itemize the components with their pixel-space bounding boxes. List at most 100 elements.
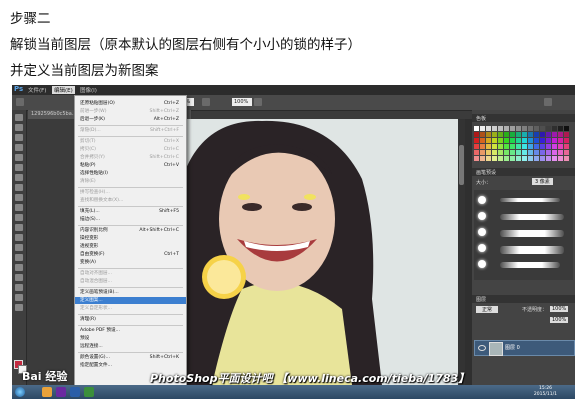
color-swatch[interactable] xyxy=(528,144,533,149)
color-swatch[interactable] xyxy=(510,132,515,137)
color-swatch[interactable] xyxy=(474,138,479,143)
color-swatch[interactable] xyxy=(504,138,509,143)
color-swatch[interactable] xyxy=(510,150,515,155)
edit-menu-item[interactable]: 操控变形 xyxy=(75,235,186,242)
edit-menu-item[interactable]: Adobe PDF 预设... xyxy=(75,327,186,334)
dodge-tool-icon[interactable] xyxy=(15,244,23,251)
color-swatch[interactable] xyxy=(564,156,569,161)
edit-menu-item[interactable]: 描边(S)... xyxy=(75,216,186,223)
color-swatch[interactable] xyxy=(486,156,491,161)
shape-tool-icon[interactable] xyxy=(15,284,23,291)
edit-menu-item[interactable]: 颜色设置(G)... Shift+Ctrl+K xyxy=(75,354,186,361)
color-swatch[interactable] xyxy=(510,144,515,149)
color-swatch[interactable] xyxy=(540,144,545,149)
color-swatch[interactable] xyxy=(522,150,527,155)
edit-menu-item[interactable]: 指定配置文件... xyxy=(75,362,186,369)
pressure-icon[interactable] xyxy=(254,98,262,106)
color-swatch[interactable] xyxy=(486,132,491,137)
color-swatch[interactable] xyxy=(558,132,563,137)
color-swatch[interactable] xyxy=(474,144,479,149)
color-swatch[interactable] xyxy=(522,126,527,131)
color-swatch[interactable] xyxy=(552,138,557,143)
color-swatch[interactable] xyxy=(504,156,509,161)
color-swatch[interactable] xyxy=(546,132,551,137)
marquee-tool-icon[interactable] xyxy=(15,124,23,131)
eyedropper-tool-icon[interactable] xyxy=(15,164,23,171)
color-swatch[interactable] xyxy=(528,126,533,131)
color-swatch[interactable] xyxy=(534,126,539,131)
color-swatch[interactable] xyxy=(498,138,503,143)
scrollbar-thumb[interactable] xyxy=(459,145,464,185)
document-canvas[interactable] xyxy=(172,119,465,385)
color-swatch[interactable] xyxy=(546,156,551,161)
color-swatch[interactable] xyxy=(522,144,527,149)
color-swatch[interactable] xyxy=(474,156,479,161)
layer-opacity-field[interactable]: 100% xyxy=(550,306,569,312)
color-swatch[interactable] xyxy=(510,156,515,161)
color-swatch[interactable] xyxy=(546,138,551,143)
color-swatch[interactable] xyxy=(528,138,533,143)
color-swatch[interactable] xyxy=(540,126,545,131)
color-swatch[interactable] xyxy=(516,126,521,131)
color-swatch[interactable] xyxy=(486,150,491,155)
crop-tool-icon[interactable] xyxy=(15,154,23,161)
type-tool-icon[interactable] xyxy=(15,264,23,271)
layer-fill-field[interactable]: 100% xyxy=(550,317,569,323)
color-swatch[interactable] xyxy=(540,132,545,137)
hand-tool-icon[interactable] xyxy=(15,294,23,301)
color-swatch[interactable] xyxy=(522,156,527,161)
color-swatch[interactable] xyxy=(534,132,539,137)
edit-menu-item[interactable]: 远程连接... xyxy=(75,343,186,350)
color-swatch[interactable] xyxy=(498,156,503,161)
edit-menu-item[interactable]: 透视变形 xyxy=(75,243,186,250)
brush-preset[interactable] xyxy=(478,196,486,204)
blur-tool-icon[interactable] xyxy=(15,234,23,241)
color-swatch[interactable] xyxy=(504,144,509,149)
edit-menu-item[interactable]: 定义画笔预设(B)... xyxy=(75,289,186,296)
menu-file[interactable]: 文件(F) xyxy=(28,86,46,94)
color-swatch[interactable] xyxy=(498,150,503,155)
quick-select-tool-icon[interactable] xyxy=(15,144,23,151)
color-swatch[interactable] xyxy=(480,150,485,155)
layer-name[interactable]: 图层 0 xyxy=(505,344,520,351)
move-tool-icon[interactable] xyxy=(15,114,23,121)
color-swatch[interactable] xyxy=(480,156,485,161)
color-swatch[interactable] xyxy=(534,156,539,161)
color-swatch[interactable] xyxy=(480,138,485,143)
color-swatch[interactable] xyxy=(474,150,479,155)
color-swatch[interactable] xyxy=(564,126,569,131)
workspace-icon[interactable] xyxy=(544,98,552,106)
color-swatch[interactable] xyxy=(486,144,491,149)
color-swatch[interactable] xyxy=(498,132,503,137)
edit-menu-item[interactable]: 后退一步(K) Alt+Ctrl+Z xyxy=(75,116,186,123)
photoshop-taskbar-icon[interactable] xyxy=(70,387,80,397)
color-swatch[interactable] xyxy=(528,132,533,137)
blend-mode-select[interactable]: 正常 xyxy=(476,306,499,313)
edit-menu-item[interactable]: 预设 xyxy=(75,335,186,342)
healing-tool-icon[interactable] xyxy=(15,174,23,181)
pen-tool-icon[interactable] xyxy=(15,254,23,261)
edit-menu-item[interactable]: 内容识别比例 Alt+Shift+Ctrl+C xyxy=(75,227,186,234)
color-swatch[interactable] xyxy=(492,132,497,137)
flow-field[interactable]: 100% xyxy=(232,98,252,106)
color-swatch[interactable] xyxy=(492,126,497,131)
color-swatch[interactable] xyxy=(552,132,557,137)
color-swatch[interactable] xyxy=(516,144,521,149)
edit-menu-item[interactable]: 还原粘贴图层(O) Ctrl+Z xyxy=(75,100,186,107)
color-swatch[interactable] xyxy=(552,150,557,155)
edit-menu-item[interactable]: 填充(L)... Shift+F5 xyxy=(75,208,186,215)
menu-image[interactable]: 图像(I) xyxy=(80,86,97,94)
brush-preset-list[interactable] xyxy=(474,190,573,280)
color-swatch[interactable] xyxy=(480,132,485,137)
brush-preset[interactable] xyxy=(478,244,486,252)
color-swatch[interactable] xyxy=(504,132,509,137)
color-swatch[interactable] xyxy=(552,144,557,149)
color-swatch[interactable] xyxy=(564,138,569,143)
color-swatch[interactable] xyxy=(564,132,569,137)
color-swatch[interactable] xyxy=(558,138,563,143)
explorer-icon[interactable] xyxy=(42,387,52,397)
color-swatch[interactable] xyxy=(474,132,479,137)
media-player-icon[interactable] xyxy=(56,387,66,397)
brush-preset[interactable] xyxy=(478,228,486,236)
color-swatch[interactable] xyxy=(522,138,527,143)
